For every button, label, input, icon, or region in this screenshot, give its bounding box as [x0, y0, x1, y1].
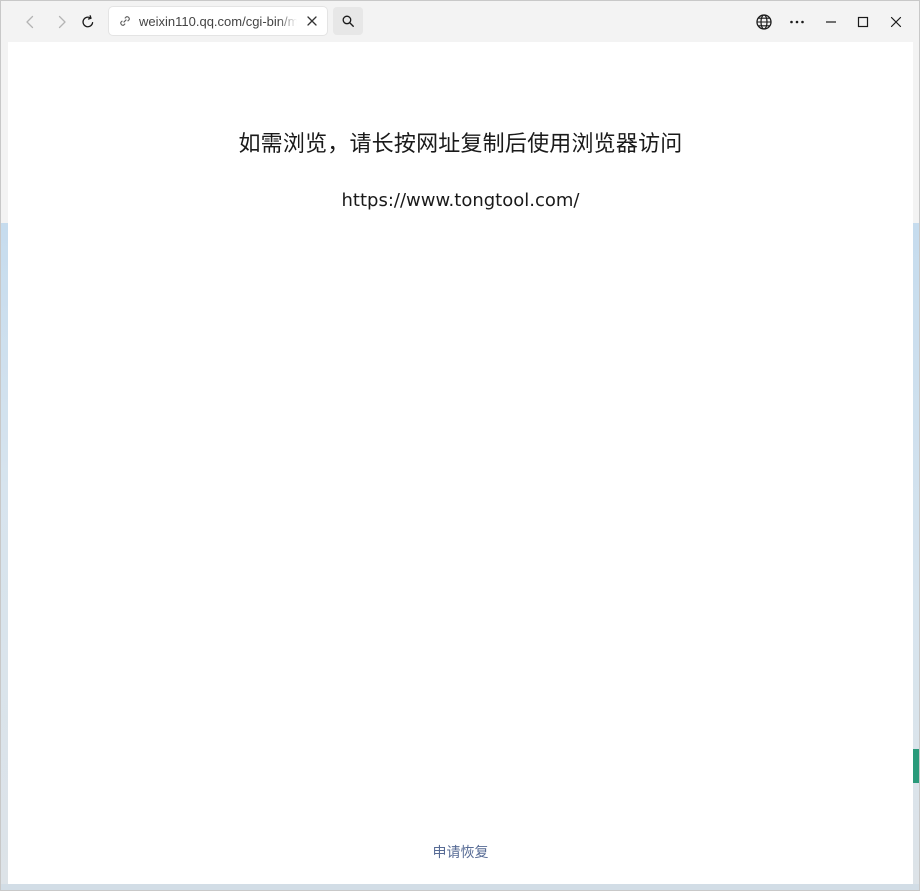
- arrow-left-icon: [26, 15, 34, 29]
- page-content: 如需浏览，请长按网址复制后使用浏览器访问 https://www.tongtoo…: [8, 42, 913, 884]
- search-button[interactable]: [333, 7, 363, 35]
- background-accent: [913, 749, 919, 783]
- browser-toolbar: weixin110.qq.com/cgi-bin/mmspamsupport-b…: [1, 1, 919, 42]
- reload-icon: [82, 15, 94, 28]
- translate-button[interactable]: [749, 7, 779, 37]
- more-button[interactable]: [782, 7, 812, 37]
- globe-icon: [756, 14, 772, 30]
- minimize-button[interactable]: [816, 7, 846, 37]
- reload-button[interactable]: [73, 7, 103, 37]
- maximize-button[interactable]: [848, 7, 878, 37]
- minimize-icon: [826, 21, 836, 23]
- search-icon: [342, 15, 354, 27]
- link-icon: [117, 13, 133, 29]
- clear-address-button[interactable]: [303, 12, 321, 30]
- close-icon: [890, 16, 902, 28]
- back-button[interactable]: [15, 7, 45, 37]
- close-icon: [307, 16, 317, 26]
- maximize-icon: [857, 16, 869, 28]
- browser-window: weixin110.qq.com/cgi-bin/mmspamsupport-b…: [0, 0, 920, 891]
- appeal-link[interactable]: 申请恢复: [8, 842, 913, 862]
- address-bar[interactable]: weixin110.qq.com/cgi-bin/mmspamsupport-b…: [109, 7, 327, 35]
- arrow-right-icon: [58, 15, 66, 29]
- background-strip-bottom: [1, 884, 919, 890]
- target-url[interactable]: https://www.tongtool.com/: [8, 190, 913, 211]
- address-url[interactable]: weixin110.qq.com/cgi-bin/mmspamsupport-b…: [139, 14, 297, 29]
- close-window-button[interactable]: [881, 7, 911, 37]
- more-icon: [790, 20, 804, 24]
- page-title: 如需浏览，请长按网址复制后使用浏览器访问: [238, 132, 683, 157]
- background-strip-left: [1, 223, 8, 884]
- background-strip-right: [913, 223, 919, 884]
